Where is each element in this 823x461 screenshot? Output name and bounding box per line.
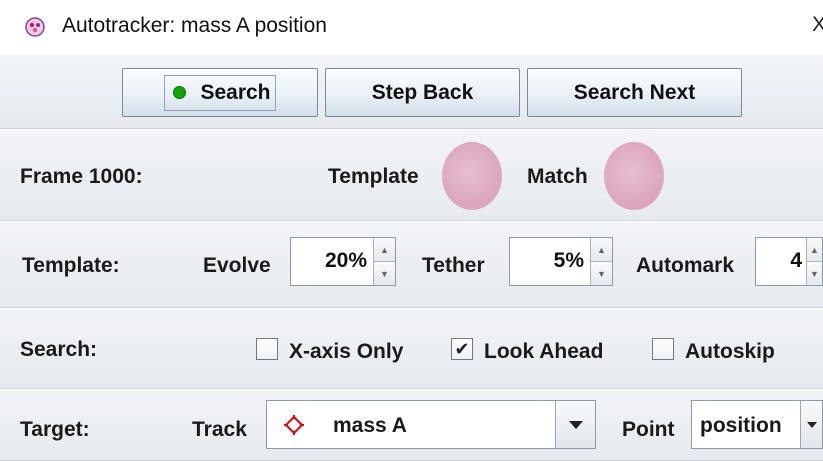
automark-arrows: ▲ ▼	[806, 238, 822, 285]
search-button-focus: Search	[164, 74, 276, 111]
track-label: Track	[192, 418, 247, 441]
checkmark-icon: ✔	[454, 339, 470, 359]
search-next-button[interactable]: Search Next	[527, 68, 742, 117]
tether-value: 5%	[553, 249, 584, 272]
point-dropdown-button[interactable]	[800, 401, 822, 448]
tether-down-icon[interactable]: ▼	[591, 262, 612, 285]
target-panel: Target: Track mass A Point position	[0, 390, 823, 461]
point-combobox[interactable]: position	[691, 400, 823, 449]
template-row-label: Template:	[22, 254, 120, 277]
track-value: mass A	[333, 414, 407, 437]
toolbar: Search Step Back Search Next	[0, 55, 823, 129]
chevron-down-icon	[568, 420, 583, 429]
tether-label: Tether	[422, 254, 485, 277]
point-value: position	[700, 414, 782, 437]
evolve-up-icon[interactable]: ▲	[374, 238, 395, 262]
match-caption: Match	[527, 165, 588, 188]
frame-panel: Frame 1000: Template Match	[0, 130, 823, 221]
search-next-label: Search Next	[573, 80, 696, 104]
template-panel: Template: Evolve 20% ▲ ▼ Tether 5% ▲ ▼ A…	[0, 222, 823, 308]
tether-up-icon[interactable]: ▲	[591, 238, 612, 262]
track-dropdown-button[interactable]	[555, 401, 595, 448]
step-back-button[interactable]: Step Back	[325, 68, 520, 117]
tether-spinner[interactable]: 5% ▲ ▼	[509, 237, 613, 286]
search-button[interactable]: Search	[122, 68, 318, 117]
evolve-spinner[interactable]: 20% ▲ ▼	[290, 237, 396, 286]
x-axis-only-checkbox[interactable]	[256, 338, 278, 360]
frame-label: Frame 1000:	[20, 165, 143, 188]
title-bar: Autotracker: mass A position X	[0, 0, 823, 55]
search-status-dot-icon	[173, 86, 187, 99]
window-title: Autotracker: mass A position	[62, 14, 327, 37]
look-ahead-checkbox[interactable]: ✔	[451, 338, 473, 360]
search-row-label: Search:	[20, 338, 98, 361]
match-image	[604, 142, 664, 210]
evolve-label: Evolve	[203, 254, 271, 277]
automark-value: 4	[790, 249, 802, 272]
template-image	[442, 142, 502, 210]
autoskip-checkbox[interactable]	[652, 338, 674, 360]
track-point-icon	[284, 415, 304, 435]
evolve-arrows: ▲ ▼	[373, 238, 395, 285]
automark-spinner[interactable]: 4 ▲ ▼	[755, 237, 823, 286]
evolve-down-icon[interactable]: ▼	[374, 262, 395, 285]
tether-arrows: ▲ ▼	[590, 238, 612, 285]
track-combobox[interactable]: mass A	[266, 400, 596, 449]
automark-down-icon[interactable]: ▼	[807, 262, 822, 285]
target-row-label: Target:	[20, 418, 90, 441]
automark-up-icon[interactable]: ▲	[807, 238, 822, 262]
template-caption: Template	[328, 165, 419, 188]
search-panel: Search: X-axis Only ✔ Look Ahead Autoski…	[0, 309, 823, 389]
autoskip-label[interactable]: Autoskip	[685, 340, 775, 364]
app-icon	[25, 17, 45, 37]
look-ahead-label[interactable]: Look Ahead	[484, 340, 603, 364]
step-back-label: Step Back	[371, 80, 474, 104]
evolve-value: 20%	[324, 249, 367, 272]
automark-label: Automark	[636, 254, 735, 277]
point-label: Point	[622, 418, 675, 441]
x-axis-only-label[interactable]: X-axis Only	[289, 340, 403, 364]
close-icon[interactable]: X	[812, 13, 823, 37]
search-button-label: Search	[200, 80, 271, 104]
chevron-down-icon	[806, 421, 817, 428]
